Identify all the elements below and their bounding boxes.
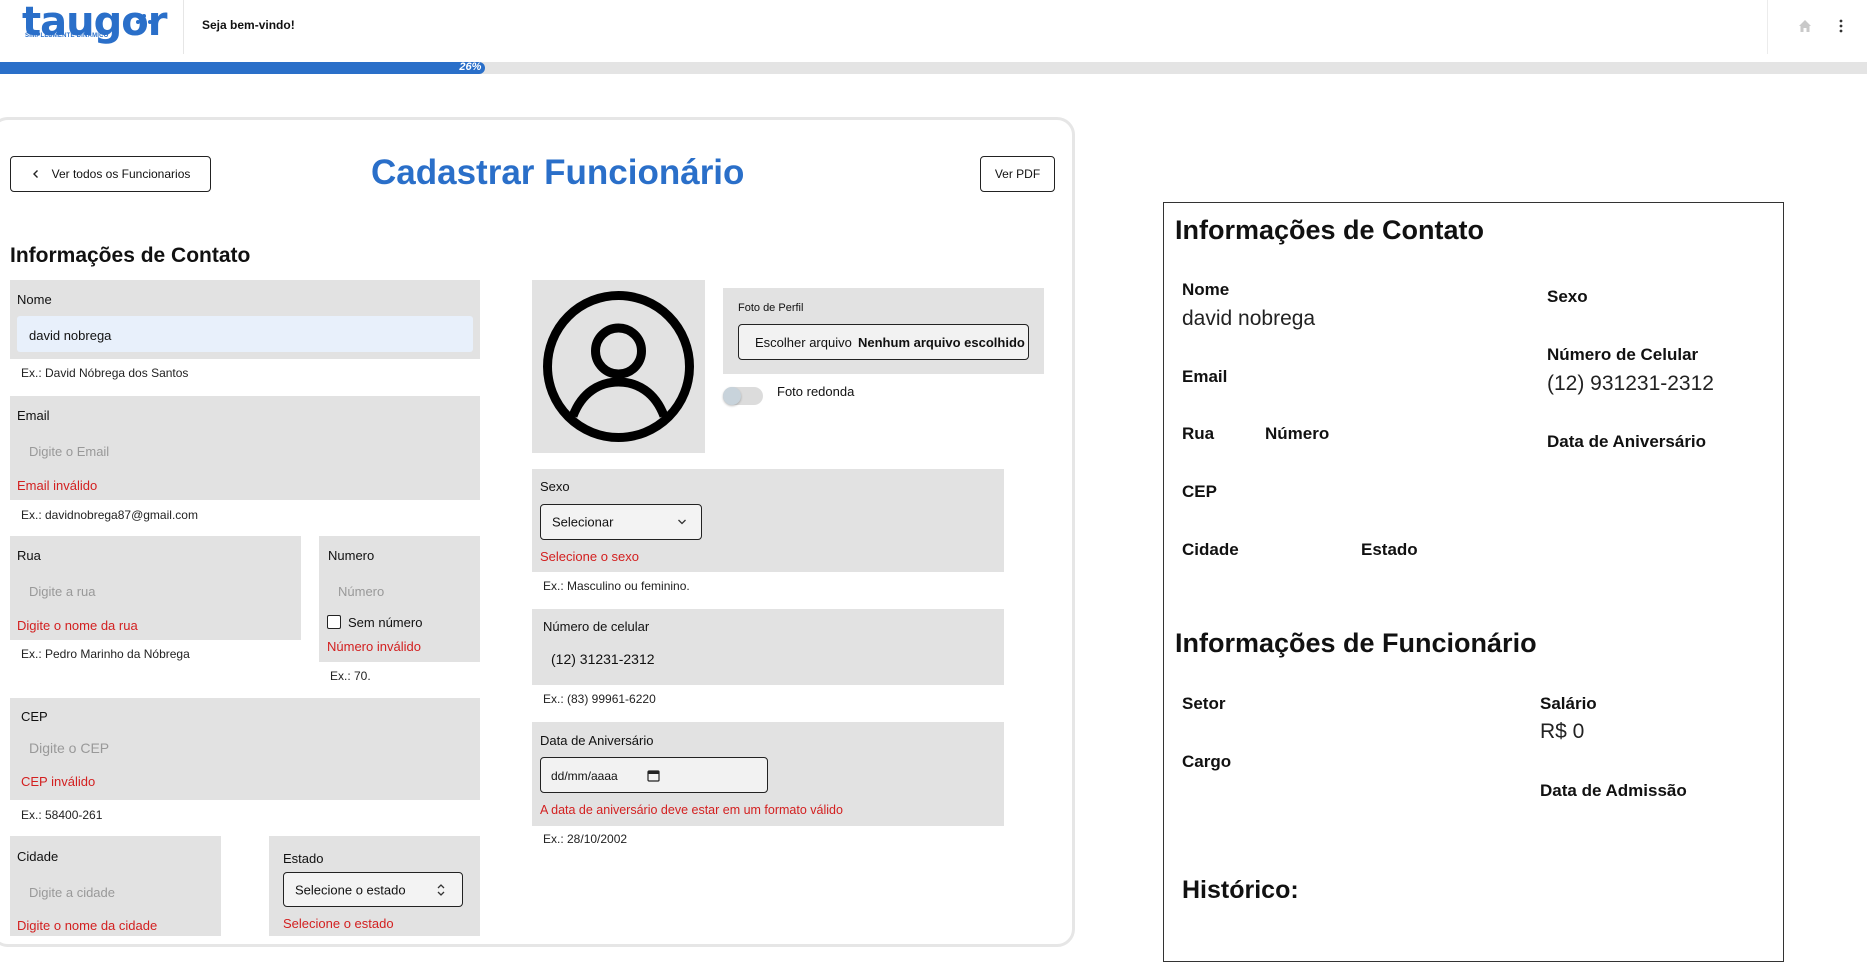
choose-file-button[interactable]: Escolher arquivo <box>755 335 852 350</box>
estado-error: Selecione o estado <box>283 916 394 931</box>
file-status: Nenhum arquivo escolhido <box>858 335 1025 350</box>
celular-value: (12) 31231-2312 <box>551 651 655 667</box>
home-icon[interactable] <box>1797 18 1813 34</box>
sem-numero-label: Sem número <box>348 615 423 630</box>
numero-placeholder: Número <box>338 584 385 599</box>
email-error: Email inválido <box>17 478 98 493</box>
aniversario-label: Data de Aniversário <box>540 733 654 748</box>
preview-employee-title: Informações de Funcionário <box>1175 628 1537 658</box>
preview-sexo-label: Sexo <box>1547 287 1588 306</box>
preview-contact-title: Informações de Contato <box>1175 215 1485 245</box>
preview-celular-value: (12) 931231-2312 <box>1547 372 1714 395</box>
rua-hint: Ex.: Pedro Marinho da Nóbrega <box>21 647 190 661</box>
cidade-placeholder: Digite a cidade <box>29 885 115 900</box>
cep-hint: Ex.: 58400-261 <box>21 808 103 822</box>
round-photo-toggle[interactable] <box>723 387 763 405</box>
rua-label: Rua <box>17 548 41 563</box>
kebab-menu-icon[interactable] <box>1836 17 1846 35</box>
rua-error: Digite o nome da rua <box>17 618 138 633</box>
aniversario-date-input[interactable]: dd/mm/aaaa <box>540 757 768 793</box>
top-bar: taugor SIMPLESMENTE DINÂMICO Seja bem-vi… <box>0 0 1867 58</box>
aniversario-placeholder: dd/mm/aaaa <box>551 769 618 783</box>
preview-admissao-label: Data de Admissão <box>1540 781 1687 800</box>
estado-selected: Selecione o estado <box>295 882 406 897</box>
aniversario-error: A data de aniversário deve estar em um f… <box>540 803 843 817</box>
header-divider-right <box>1767 0 1768 54</box>
view-pdf-label: Ver PDF <box>994 167 1041 181</box>
celular-label: Número de celular <box>543 619 650 634</box>
preview-estado-label: Estado <box>1361 540 1418 559</box>
preview-aniversario-label: Data de Aniversário <box>1547 432 1707 451</box>
progress-label: 26% <box>459 61 482 73</box>
preview-historico-title: Histórico: <box>1182 876 1299 904</box>
logo-tagline: SIMPLESMENTE DINÂMICO <box>25 33 109 39</box>
taugor-logo[interactable]: taugor SIMPLESMENTE DINÂMICO <box>22 2 182 50</box>
file-chooser[interactable]: Escolher arquivo Nenhum arquivo escolhid… <box>738 324 1029 360</box>
chevron-left-icon <box>32 170 38 178</box>
preview-cidade-label: Cidade <box>1182 540 1239 559</box>
view-pdf-button[interactable]: Ver PDF <box>980 156 1055 192</box>
preview-nome-label: Nome <box>1182 280 1230 299</box>
sexo-error: Selecione o sexo <box>540 549 640 564</box>
header-divider <box>183 0 184 54</box>
nome-hint: Ex.: David Nóbrega dos Santos <box>21 366 189 380</box>
progress-bar: 26% <box>0 61 1867 74</box>
estado-label: Estado <box>283 851 324 866</box>
preview-salario-label: Salário <box>1540 694 1597 713</box>
calendar-icon <box>647 770 660 782</box>
cep-placeholder: Digite o CEP <box>29 740 110 756</box>
toggle-knob <box>723 387 741 405</box>
nome-label: Nome <box>17 292 52 307</box>
cidade-label: Cidade <box>17 849 59 864</box>
sexo-hint: Ex.: Masculino ou feminino. <box>543 579 690 593</box>
sexo-label: Sexo <box>540 479 570 494</box>
nome-value: david nobrega <box>29 328 112 343</box>
aniversario-hint: Ex.: 28/10/2002 <box>543 832 628 846</box>
sexo-selected: Selecionar <box>552 514 614 530</box>
foto-label: Foto de Perfil <box>738 302 804 314</box>
preview-cargo-label: Cargo <box>1182 752 1232 771</box>
preview-numero-label: Número <box>1265 424 1330 443</box>
pdf-preview-panel: Informações de Contato Nome david nobreg… <box>1163 202 1784 962</box>
avatar-frame <box>532 280 705 453</box>
preview-cep-label: CEP <box>1182 482 1217 501</box>
logo-dots <box>136 14 166 34</box>
cidade-error: Digite o nome da cidade <box>17 918 158 933</box>
sexo-select[interactable]: Selecionar <box>540 504 702 540</box>
celular-hint: Ex.: (83) 99961-6220 <box>543 692 656 706</box>
preview-celular-label: Número de Celular <box>1547 345 1699 364</box>
cep-error: CEP inválido <box>21 774 96 789</box>
cep-label: CEP <box>21 709 48 724</box>
back-button-label: Ver todos os Funcionarios <box>51 167 191 181</box>
numero-hint: Ex.: 70. <box>330 669 371 683</box>
numero-error: Número inválido <box>327 639 421 654</box>
preview-nome-value: david nobrega <box>1182 307 1316 330</box>
preview-salario-value: R$ 0 <box>1540 720 1585 743</box>
sem-numero-checkbox[interactable] <box>327 615 341 629</box>
preview-rua-label: Rua <box>1182 424 1215 443</box>
email-label: Email <box>17 408 50 423</box>
rua-placeholder: Digite a rua <box>29 584 96 599</box>
user-avatar-icon <box>543 291 694 442</box>
contact-section-title: Informações de Contato <box>10 244 251 267</box>
preview-setor-label: Setor <box>1182 694 1226 713</box>
back-to-list-button[interactable]: Ver todos os Funcionarios <box>10 156 211 192</box>
email-hint: Ex.: davidnobrega87@gmail.com <box>21 508 198 522</box>
estado-select[interactable]: Selecione o estado <box>283 872 463 907</box>
preview-email-label: Email <box>1182 367 1228 386</box>
numero-label: Numero <box>328 548 375 563</box>
progress-fill: 26% <box>0 61 486 74</box>
welcome-text: Seja bem-vindo! <box>202 18 295 32</box>
page-title: Cadastrar Funcionário <box>371 153 745 192</box>
updown-chevron-icon <box>437 884 445 896</box>
email-placeholder: Digite o Email <box>29 444 110 459</box>
round-photo-label: Foto redonda <box>777 384 855 399</box>
chevron-down-icon <box>678 519 686 525</box>
